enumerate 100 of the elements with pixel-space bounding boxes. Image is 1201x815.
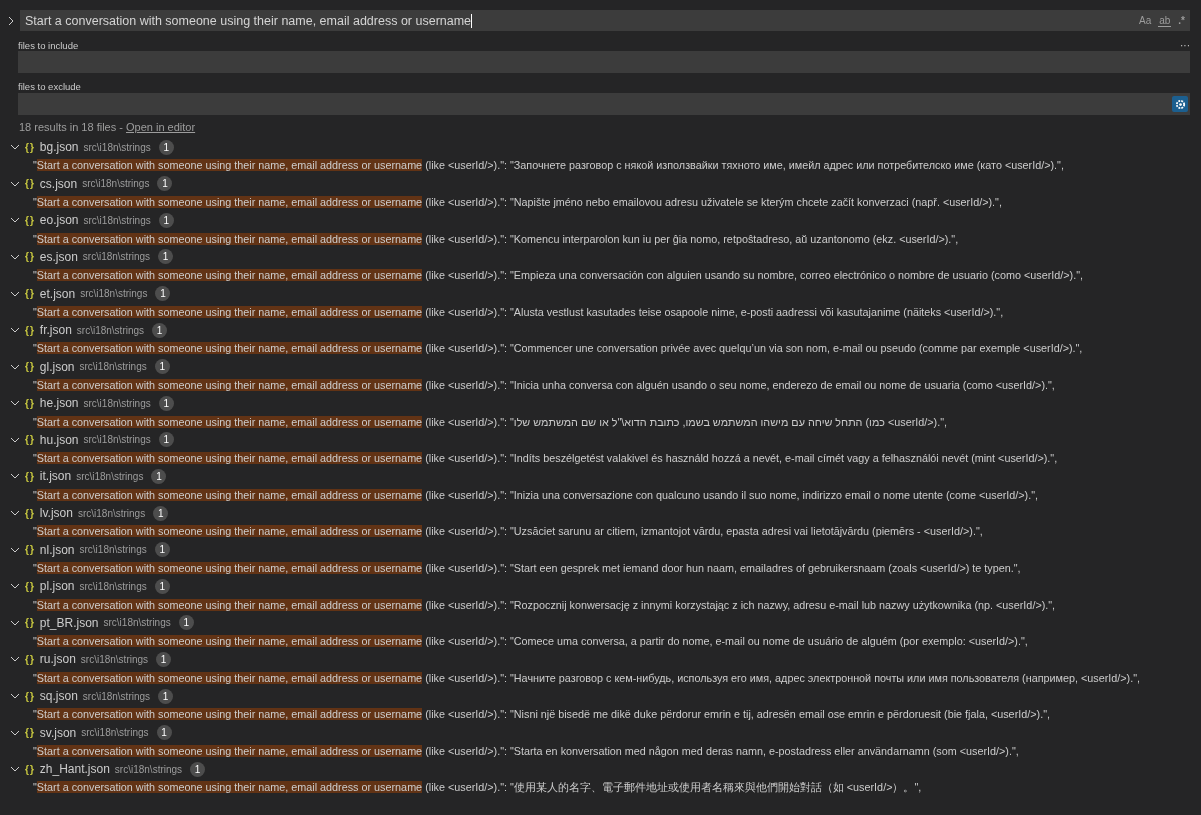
json-file-icon: {} <box>25 653 35 665</box>
more-button[interactable]: ··· <box>1180 40 1190 51</box>
file-name[interactable]: gl.json <box>39 359 75 374</box>
match-line[interactable]: "Start a conversation with someone using their name, email address or username (like <userId/>).": "Indíts beszélgetést valakivel és használd hozzá a nevét, e-mail címét vagy a felhasználói nevét (mint <userId/>).", <box>33 452 1058 465</box>
file-name[interactable]: pt_BR.json <box>39 615 99 630</box>
file-path: src\i18n\strings <box>83 434 151 446</box>
file-name[interactable]: ru.json <box>39 652 76 667</box>
file-path: src\i18n\strings <box>77 507 146 519</box>
json-file-icon: {} <box>25 471 35 482</box>
file-path: src\i18n\strings <box>79 544 147 556</box>
file-name[interactable]: it.json <box>39 469 72 484</box>
match-line[interactable]: "Start a conversation with someone using their name, email address or username (like <userId/>).": "Rozpocznij konwersację z innymi korzystając z ich nazwy, adresu e-mail lub nazwy użytkownika (np. <userId/>).", <box>33 598 1056 611</box>
file-name[interactable]: lv.json <box>39 506 73 521</box>
file-name[interactable]: fr.json <box>39 323 72 338</box>
json-file-icon: {} <box>25 397 35 409</box>
regex-toggle[interactable]: .* <box>1177 15 1186 26</box>
whole-word-toggle[interactable]: ab <box>1158 14 1172 27</box>
json-file-icon: {} <box>25 178 35 190</box>
file-path: src\i18n\strings <box>82 690 151 702</box>
json-file-icon: {} <box>25 763 35 775</box>
match-count: 1 <box>156 725 172 741</box>
match-line[interactable]: "Start a conversation with someone using their name, email address or username (like <userId/>).": "Komencu interparolon kun iu per ĝia nomo, retpoŝtadreso, aŭ uzantonomo (ekz. <userId/>).", <box>33 232 959 245</box>
file-name[interactable]: pl.json <box>39 579 75 594</box>
settings-icon[interactable] <box>1172 96 1188 112</box>
match-count: 1 <box>156 651 172 667</box>
field-label: files to exclude <box>18 81 81 92</box>
file-path: src\i18n\strings <box>114 763 183 775</box>
file-path: src\i18n\strings <box>83 397 151 409</box>
json-file-icon: {} <box>25 251 35 263</box>
field-label: files to include <box>18 40 79 51</box>
match-count: 1 <box>158 249 174 265</box>
match-line[interactable]: "Start a conversation with someone using their name, email address or username (like <userId/>).": "Inicia unha conversa con alguén usando o seu nome, enderezo de email ou nome de usuaria (como <userId/>).", <box>33 379 1055 391</box>
json-file-icon: {} <box>25 727 35 739</box>
match-count: 1 <box>152 322 168 338</box>
match-line[interactable]: "Start a conversation with someone using their name, email address or username (like <userId/>).": "Starta en konversation med någon med deras namn, e-postadress eller användarnamn (som <userId/>).", <box>33 744 1019 757</box>
match-count: 1 <box>154 578 170 594</box>
match-line[interactable]: "Start a conversation with someone using their name, email address or username (like <userId/>).": "Start een gesprek met iemand door hun naam, emailadres of gebruikersnaam (zoals <userId/>) te typen.", <box>33 561 1021 574</box>
file-path: src\i18n\strings <box>80 653 149 665</box>
match-count: 1 <box>158 139 174 155</box>
file-path: src\i18n\strings <box>83 214 151 226</box>
results-summary: 18 results in 18 files - <box>19 121 124 133</box>
match-case-toggle[interactable]: Aa <box>1137 15 1153 26</box>
match-line[interactable]: "Start a conversation with someone using their name, email address or username (like <userId/>).": "Commencer une conversation privée avec quelqu’un via son nom, e-mail ou pseudo (comme par exemple <userId/>).", <box>33 342 1083 355</box>
match-line[interactable]: "Start a conversation with someone using their name, email address or username (like <userId/>).": "Започнете разговор с някой използвайки тяхното име, имейл адрес или потребителско име (като <userId/>).", <box>33 159 1064 172</box>
file-name[interactable]: zh_Hant.json <box>39 762 110 777</box>
match-count: 1 <box>158 395 174 411</box>
match-line[interactable]: "Start a conversation with someone using their name, email address or username (like <userId/>).": "Napište jméno nebo emailovou adresu uživatele se kterým chcete začít konverzaci (např. <userId/>).", <box>33 196 1002 209</box>
file-name[interactable]: hu.json <box>39 432 79 447</box>
file-name[interactable]: cs.json <box>39 176 78 191</box>
match-count: 1 <box>178 615 194 631</box>
json-file-icon: {} <box>25 617 35 629</box>
match-line[interactable]: "Start a conversation with someone using their name, email address or username (like <userId/>).": "Начните разговор с кем-нибудь, используя его имя, адрес электронной почты или имя пользователя (например, <userId/>).", <box>33 671 1141 684</box>
file-name[interactable]: nl.json <box>39 542 75 557</box>
match-count: 1 <box>154 359 170 375</box>
json-file-icon: {} <box>25 690 35 702</box>
file-name[interactable]: sq.json <box>39 689 78 704</box>
match-count: 1 <box>154 542 170 558</box>
json-file-icon: {} <box>25 288 35 299</box>
search-field[interactable]: Start a conversation with someone using their name, email address or username Aa ab .* <box>20 10 1190 31</box>
match-count: 1 <box>190 761 206 777</box>
match-count: 1 <box>158 212 174 228</box>
match-line[interactable]: "Start a conversation with someone using their name, email address or username (like <userId/>).": "Empieza una conversación con alguien usando su nombre, correo electrónico o nombre de usuario (como <userId/>).", <box>33 269 1083 282</box>
file-name[interactable]: he.json <box>39 396 79 411</box>
match-line[interactable]: "Start a conversation with someone using their name, email address or username (like <userId/>).": "Alusta vestlust kasutades teise osapoole nime, e-posti aadressi või kasutajanime (näiteks <userId/>).", <box>33 305 1004 318</box>
file-path: src\i18n\strings <box>76 324 145 336</box>
file-name[interactable]: es.json <box>39 249 78 264</box>
exclude-field[interactable] <box>18 93 1190 115</box>
file-path: src\i18n\strings <box>76 471 144 482</box>
file-path: src\i18n\strings <box>79 580 147 592</box>
match-line[interactable]: "Start a conversation with someone using their name, email address or username (like <userId/>).": "使用某人的名字、電子郵件地址或使用者名稱來與他們開始對話（如 <userId/>）。", <box>33 780 922 795</box>
file-path: src\i18n\strings <box>103 617 171 629</box>
match-count: 1 <box>155 286 171 301</box>
match-count: 1 <box>151 469 167 484</box>
match-line[interactable]: "Start a conversation with someone using their name, email address or username (like <userId/>).": "Comece uma conversa, a partir do nome, e-mail ou nome de usuário de alguém (por exemplo: <userId/>).", <box>33 635 1028 648</box>
file-path: src\i18n\strings <box>80 288 148 299</box>
match-line[interactable]: "Start a conversation with someone using their name, email address or username (like <userId/>).": "Nisni një bisedë me dikë duke përdorur emrin e tij, adresën email ose emrin e përdoruesit (bie fjala, <userId/>).", <box>33 708 1050 721</box>
json-file-icon: {} <box>25 214 35 226</box>
json-file-icon: {} <box>25 361 35 373</box>
open-in-editor-link[interactable]: Open in editor <box>126 121 196 133</box>
file-name[interactable]: bg.json <box>39 140 79 155</box>
file-name[interactable]: eo.json <box>39 213 79 228</box>
json-file-icon: {} <box>25 507 35 519</box>
match-count: 1 <box>158 688 174 704</box>
json-file-icon: {} <box>25 141 35 153</box>
file-name[interactable]: et.json <box>39 286 76 301</box>
file-name[interactable]: sv.json <box>39 725 77 740</box>
match-line[interactable]: "Start a conversation with someone using their name, email address or username (like <userId/>).": "Inizia una conversazione con qualcuno usando il suo nome, indirizzo email o nome utente (come <userId/>).", <box>33 488 1038 501</box>
file-path: src\i18n\strings <box>82 178 150 190</box>
json-file-icon: {} <box>25 434 35 446</box>
file-path: src\i18n\strings <box>81 727 149 739</box>
match-count: 1 <box>158 432 174 448</box>
file-path: src\i18n\strings <box>79 361 147 373</box>
file-path: src\i18n\strings <box>83 141 151 153</box>
chevron-icon[interactable] <box>6 15 16 26</box>
json-file-icon: {} <box>25 544 35 556</box>
match-count: 1 <box>153 505 169 521</box>
match-line[interactable]: "Start a conversation with someone using their name, email address or username (like <userId/>).": "Uzsāciet sarunu ar citiem, izmantojot vārdu, epasta adresi vai lietotājvārdu (piemērs - <userId/>).", <box>33 525 983 538</box>
file-path: src\i18n\strings <box>82 251 151 263</box>
json-file-icon: {} <box>25 580 35 592</box>
json-file-icon: {} <box>25 324 35 336</box>
